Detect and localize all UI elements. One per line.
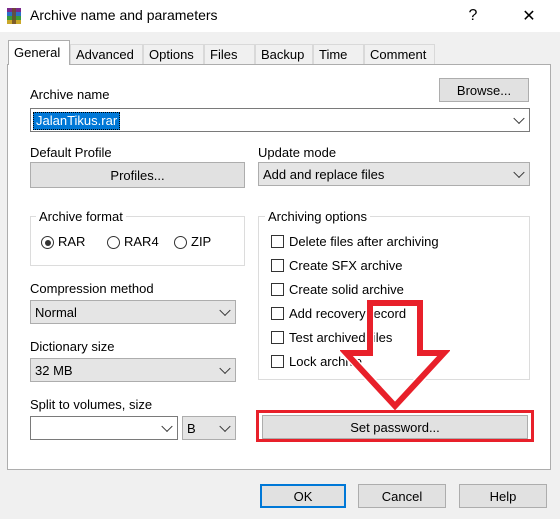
default-profile-label: Default Profile	[30, 145, 112, 160]
split-volumes-combo[interactable]	[30, 416, 178, 440]
checkbox-create-solid[interactable]	[271, 283, 284, 296]
chevron-down-icon[interactable]	[161, 420, 173, 433]
radio-zip[interactable]	[174, 236, 187, 249]
split-unit-select[interactable]: B	[182, 416, 236, 440]
update-mode-value: Add and replace files	[263, 166, 385, 182]
browse-button[interactable]: Browse...	[439, 78, 529, 102]
tab-backup[interactable]: Backup	[255, 44, 313, 64]
checkbox-delete-files[interactable]	[271, 235, 284, 248]
winrar-app-icon	[6, 7, 22, 25]
split-volumes-label: Split to volumes, size	[30, 397, 153, 412]
compression-method-label: Compression method	[30, 281, 154, 296]
tab-files[interactable]: Files	[204, 44, 255, 64]
checkbox-recovery-record[interactable]	[271, 307, 284, 320]
checkbox-lock-archive[interactable]	[271, 355, 284, 368]
tab-general[interactable]: General	[8, 40, 70, 65]
checkbox-create-sfx-label[interactable]: Create SFX archive	[289, 258, 402, 273]
tab-advanced[interactable]: Advanced	[70, 44, 143, 64]
window-title: Archive name and parameters	[30, 7, 218, 23]
dictionary-size-label: Dictionary size	[30, 339, 115, 354]
compression-method-select[interactable]: Normal	[30, 300, 236, 324]
chevron-down-icon[interactable]	[219, 420, 231, 433]
chevron-down-icon[interactable]	[513, 112, 525, 125]
help-button[interactable]: Help	[459, 484, 547, 508]
radio-rar[interactable]	[41, 236, 54, 249]
dictionary-size-value: 32 MB	[35, 362, 73, 378]
cancel-button[interactable]: Cancel	[358, 484, 446, 508]
close-button[interactable]: ✕	[506, 0, 552, 32]
radio-zip-label[interactable]: ZIP	[191, 234, 211, 249]
tab-options[interactable]: Options	[143, 44, 204, 64]
radio-rar4-label[interactable]: RAR4	[124, 234, 159, 249]
tab-time[interactable]: Time	[313, 44, 364, 64]
archive-name-combo[interactable]: JalanTikus.rar	[30, 108, 530, 132]
checkbox-create-sfx[interactable]	[271, 259, 284, 272]
help-title-button[interactable]: ?	[450, 0, 496, 32]
archiving-options-legend: Archiving options	[265, 209, 370, 224]
compression-method-value: Normal	[35, 304, 77, 320]
tab-comment[interactable]: Comment	[364, 44, 435, 64]
dictionary-size-select[interactable]: 32 MB	[30, 358, 236, 382]
chevron-down-icon[interactable]	[513, 166, 525, 179]
archive-format-legend: Archive format	[36, 209, 126, 224]
red-arrow-annotation	[340, 300, 450, 412]
update-mode-select[interactable]: Add and replace files	[258, 162, 530, 186]
archive-name-input[interactable]: JalanTikus.rar	[33, 112, 121, 130]
checkbox-create-solid-label[interactable]: Create solid archive	[289, 282, 404, 297]
chevron-down-icon[interactable]	[219, 304, 231, 317]
archive-name-label: Archive name	[30, 87, 110, 102]
radio-rar-label[interactable]: RAR	[58, 234, 85, 249]
ok-button[interactable]: OK	[260, 484, 346, 508]
chevron-down-icon[interactable]	[219, 362, 231, 375]
profiles-button[interactable]: Profiles...	[30, 162, 245, 188]
checkbox-test-files[interactable]	[271, 331, 284, 344]
checkbox-delete-files-label[interactable]: Delete files after archiving	[289, 234, 439, 249]
update-mode-label: Update mode	[258, 145, 337, 160]
radio-rar4[interactable]	[107, 236, 120, 249]
set-password-highlight	[256, 410, 534, 442]
split-unit-value: B	[187, 420, 196, 436]
